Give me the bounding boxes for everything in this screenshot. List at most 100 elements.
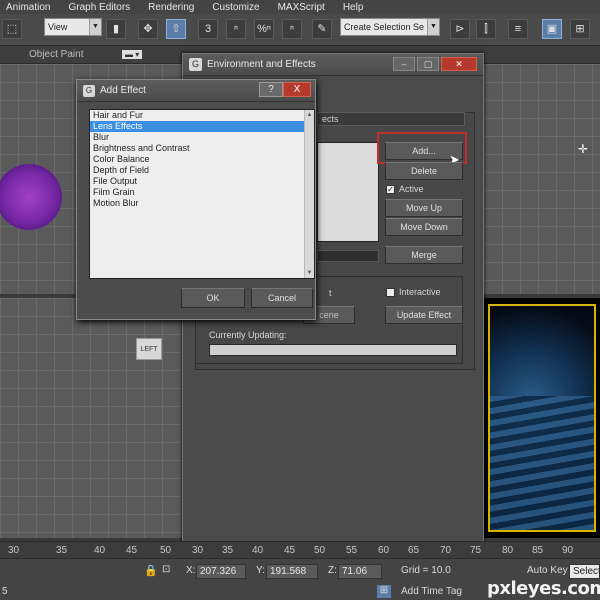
close-button[interactable]: ✕ xyxy=(441,57,477,71)
menu-animation[interactable]: Animation xyxy=(0,2,59,13)
ruler-tick: 50 xyxy=(314,545,326,556)
status-number: 5 xyxy=(2,586,8,597)
viewport-perspective[interactable] xyxy=(484,298,600,538)
effect-item-hair-and-fur[interactable]: Hair and Fur xyxy=(90,110,314,121)
ruler-tick: 40 xyxy=(252,545,264,556)
reference-coordinate-select[interactable]: View ▼ xyxy=(44,18,102,36)
ok-button[interactable]: OK xyxy=(181,288,245,308)
menu-help[interactable]: Help xyxy=(334,2,373,13)
effect-item-film-grain[interactable]: Film Grain xyxy=(90,187,314,198)
mirror-icon[interactable]: ⊳ xyxy=(450,19,470,39)
pivot-icon[interactable]: ▮ xyxy=(106,19,126,39)
scroll-up-icon[interactable]: ▲ xyxy=(305,110,314,120)
auto-key-button[interactable]: Auto Key xyxy=(527,565,568,576)
edit-named-selection-icon[interactable]: ✎ xyxy=(312,19,332,39)
dialog-title-bar[interactable]: G Add Effect ? X xyxy=(77,80,315,102)
align-icon[interactable]: ⫿ xyxy=(476,19,496,39)
interactive-label: Interactive xyxy=(399,287,441,297)
ruler-tick: 55 xyxy=(346,545,358,556)
select-and-manipulate-icon[interactable]: ⇧ xyxy=(166,19,186,39)
merge-field xyxy=(317,250,379,262)
app-logo-icon: G xyxy=(189,58,202,71)
list-scrollbar[interactable]: ▲ ▼ xyxy=(304,110,314,278)
dialog-close-button[interactable]: X xyxy=(283,82,311,97)
move-up-button[interactable]: Move Up xyxy=(385,199,463,217)
menu-maxscript[interactable]: MAXScript xyxy=(269,2,334,13)
scroll-down-icon[interactable]: ▼ xyxy=(305,268,314,278)
viewcube[interactable]: LEFT xyxy=(136,338,162,360)
update-effect-button[interactable]: Update Effect xyxy=(385,306,463,324)
y-coordinate-field[interactable]: 191.568 xyxy=(266,564,318,579)
effect-item-lens-effects[interactable]: Lens Effects xyxy=(90,121,314,132)
chevron-down-icon: ▼ xyxy=(89,19,101,35)
layer-manager-icon[interactable]: ≡ xyxy=(508,19,528,39)
effect-item-motion-blur[interactable]: Motion Blur xyxy=(90,198,314,209)
effect-listbox[interactable]: Hair and Fur Lens Effects Blur Brightnes… xyxy=(89,109,315,279)
angle-snap-icon[interactable]: ⁿ xyxy=(226,19,246,39)
lock-icon[interactable]: 🔒 xyxy=(144,564,158,577)
cancel-button[interactable]: Cancel xyxy=(251,288,313,308)
merge-button[interactable]: Merge xyxy=(385,246,463,264)
time-ruler[interactable]: 30 35 40 45 50 30 35 40 45 50 55 60 65 7… xyxy=(0,541,600,558)
effect-item-file-output[interactable]: File Output xyxy=(90,176,314,187)
ruler-tick: 30 xyxy=(8,545,20,556)
currently-updating-label: Currently Updating: xyxy=(209,330,287,340)
dialog-title: Add Effect xyxy=(100,85,146,96)
ruler-tick: 30 xyxy=(192,545,204,556)
delete-button[interactable]: Delete xyxy=(385,162,463,180)
menu-rendering[interactable]: Rendering xyxy=(139,2,203,13)
active-checkbox[interactable]: ✓ xyxy=(386,185,395,194)
named-selection-set-select[interactable]: Create Selection Se ▼ xyxy=(340,18,440,36)
ruler-tick: 60 xyxy=(378,545,390,556)
effect-item-color-balance[interactable]: Color Balance xyxy=(90,154,314,165)
z-label: Z: xyxy=(328,565,337,576)
menu-bar: Animation Graph Editors Rendering Custom… xyxy=(0,0,600,14)
grid-readout: Grid = 10.0 xyxy=(401,565,451,576)
env-title: Environment and Effects xyxy=(207,59,316,70)
schematic-view-icon[interactable]: ⊞ xyxy=(570,19,590,39)
effect-item-depth-of-field[interactable]: Depth of Field xyxy=(90,165,314,176)
ruler-tick: 35 xyxy=(222,545,234,556)
ruler-tick: 40 xyxy=(94,545,106,556)
object-paint-tab[interactable]: Object Paint xyxy=(29,49,83,60)
x-coordinate-field[interactable]: 207.326 xyxy=(196,564,246,579)
effect-item-blur[interactable]: Blur xyxy=(90,132,314,143)
scale-icon[interactable]: ⬚ xyxy=(2,19,22,39)
time-tag-icon[interactable]: ⊞ xyxy=(377,585,391,598)
effects-rollout-header[interactable]: ects xyxy=(317,112,465,126)
effects-list[interactable] xyxy=(317,142,379,242)
add-time-tag[interactable]: Add Time Tag xyxy=(401,586,462,597)
env-title-bar[interactable]: G Environment and Effects – ▢ ✕ xyxy=(183,54,483,76)
sphere-object[interactable] xyxy=(0,164,62,230)
cloud-layer xyxy=(490,396,594,530)
viewport-top-right[interactable]: ✛ xyxy=(484,64,600,294)
interactive-checkbox[interactable] xyxy=(386,288,395,297)
z-coordinate-field[interactable]: 71.06 xyxy=(338,564,382,579)
active-label: Active xyxy=(399,184,424,194)
effect-item-brightness-contrast[interactable]: Brightness and Contrast xyxy=(90,143,314,154)
app-logo-icon: G xyxy=(83,85,95,97)
main-toolbar: ⬚ View ▼ ▮ ✥ ⇧ 3 ⁿ %ⁿ ⁿ ✎ Create Selecti… xyxy=(0,14,600,46)
menu-graph-editors[interactable]: Graph Editors xyxy=(59,2,139,13)
menu-customize[interactable]: Customize xyxy=(203,2,268,13)
x-label: X: xyxy=(186,565,196,576)
percent-snap-icon[interactable]: %ⁿ xyxy=(254,19,274,39)
key-filter-select[interactable]: Selecte xyxy=(569,564,600,579)
minimize-button[interactable]: – xyxy=(393,57,415,71)
help-button[interactable]: ? xyxy=(259,82,283,97)
chevron-down-icon: ▼ xyxy=(427,19,439,35)
crosshair-icon: ✛ xyxy=(578,142,589,156)
watermark-text: pxleyes.com xyxy=(487,578,600,599)
absolute-mode-icon[interactable]: ⊡ xyxy=(162,564,170,575)
maximize-button[interactable]: ▢ xyxy=(417,57,439,71)
graphite-ribbon-icon[interactable]: ▣ xyxy=(542,19,562,39)
viewport-bottom-left[interactable]: LEFT xyxy=(0,298,186,538)
ribbon-options-icon[interactable]: ▬ ▾ xyxy=(122,50,143,59)
spinner-snap-icon[interactable]: ⁿ xyxy=(282,19,302,39)
select-move-icon[interactable]: ✥ xyxy=(138,19,158,39)
ruler-tick: 85 xyxy=(532,545,544,556)
move-down-button[interactable]: Move Down xyxy=(385,218,463,236)
snap-toggle-icon[interactable]: 3 xyxy=(198,19,218,39)
preview-label-partial: t xyxy=(329,288,332,298)
ruler-tick: 45 xyxy=(126,545,138,556)
